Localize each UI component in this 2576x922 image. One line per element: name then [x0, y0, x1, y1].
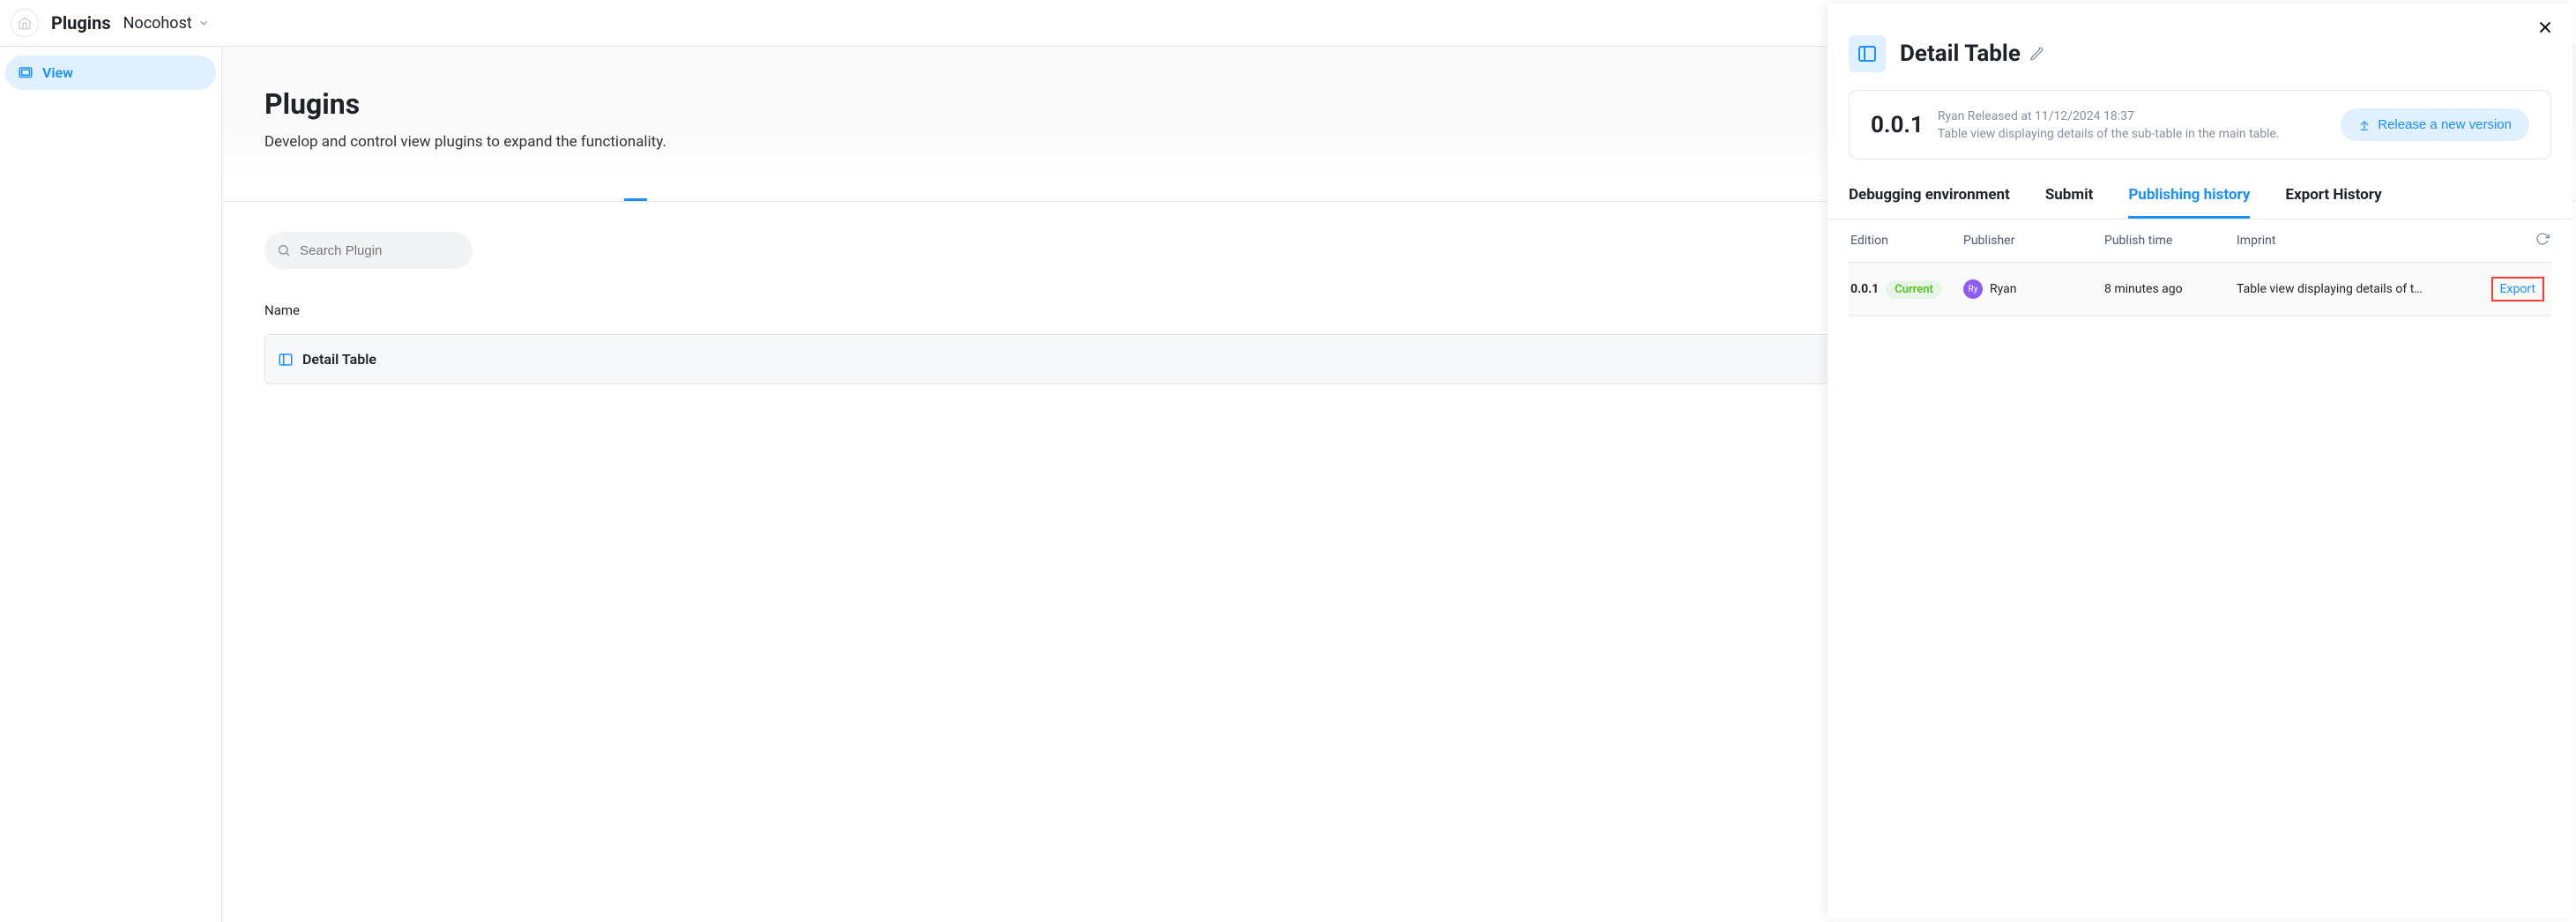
- search-input[interactable]: [264, 232, 473, 269]
- export-button[interactable]: Export: [2491, 277, 2544, 301]
- tab-publishing[interactable]: Publishing history: [2128, 186, 2250, 219]
- refresh-icon[interactable]: [2535, 232, 2550, 246]
- upload-icon: [2358, 119, 2371, 131]
- detail-drawer: Detail Table 0.0.1 Ryan Released at 11/1…: [1828, 4, 2572, 918]
- release-button[interactable]: Release a new version: [2341, 108, 2529, 141]
- version-number: 0.0.1: [1871, 112, 1924, 138]
- chevron-down-icon: [197, 17, 210, 29]
- plugin-icon: [1849, 35, 1886, 72]
- edit-icon[interactable]: [2029, 47, 2044, 61]
- row-edition: 0.0.1: [1850, 282, 1879, 296]
- sidebar: View: [0, 47, 222, 922]
- tab-indicator: [624, 198, 647, 201]
- view-icon: [18, 65, 34, 81]
- version-meta: Ryan Released at 11/12/2024 18:37: [1938, 109, 2280, 123]
- detail-table-icon: [278, 352, 294, 368]
- history-row: 0.0.1 Current Ry Ryan 8 minutes ago Tabl…: [1849, 262, 2551, 316]
- table-row-name: Detail Table: [302, 351, 376, 368]
- history-header-publisher: Publisher: [1963, 234, 2104, 248]
- history-header-time: Publish time: [2104, 234, 2237, 248]
- page-title: Plugins: [51, 12, 111, 33]
- close-button[interactable]: [2535, 18, 2555, 37]
- history-header-imprint: Imprint: [2237, 234, 2448, 248]
- sidebar-item-label: View: [42, 64, 73, 81]
- tab-debug[interactable]: Debugging environment: [1849, 186, 2010, 219]
- tab-export[interactable]: Export History: [2285, 186, 2381, 219]
- tab-submit[interactable]: Submit: [2045, 186, 2094, 219]
- home-button[interactable]: [11, 9, 39, 37]
- release-button-label: Release a new version: [2378, 117, 2512, 132]
- home-icon: [18, 16, 32, 30]
- history-table: Edition Publisher Publish time Imprint 0…: [1828, 219, 2572, 316]
- row-publisher: Ryan: [1990, 282, 2017, 296]
- close-icon: [2535, 18, 2555, 37]
- row-imprint: Table view displaying details of t…: [2237, 282, 2448, 296]
- drawer-tabs: Debugging environment Submit Publishing …: [1828, 160, 2572, 219]
- workspace-selector[interactable]: Nocohost: [123, 14, 210, 33]
- version-desc: Table view displaying details of the sub…: [1938, 127, 2280, 141]
- drawer-title: Detail Table: [1900, 41, 2021, 67]
- search-icon: [277, 243, 291, 257]
- row-time: 8 minutes ago: [2104, 282, 2237, 296]
- sidebar-item-view[interactable]: View: [5, 56, 216, 90]
- version-card: 0.0.1 Ryan Released at 11/12/2024 18:37 …: [1849, 90, 2551, 160]
- current-badge: Current: [1886, 280, 1942, 299]
- detail-table-icon: [1857, 43, 1878, 64]
- history-header-edition: Edition: [1849, 234, 1963, 248]
- avatar: Ry: [1963, 279, 1983, 299]
- workspace-name: Nocohost: [123, 14, 192, 33]
